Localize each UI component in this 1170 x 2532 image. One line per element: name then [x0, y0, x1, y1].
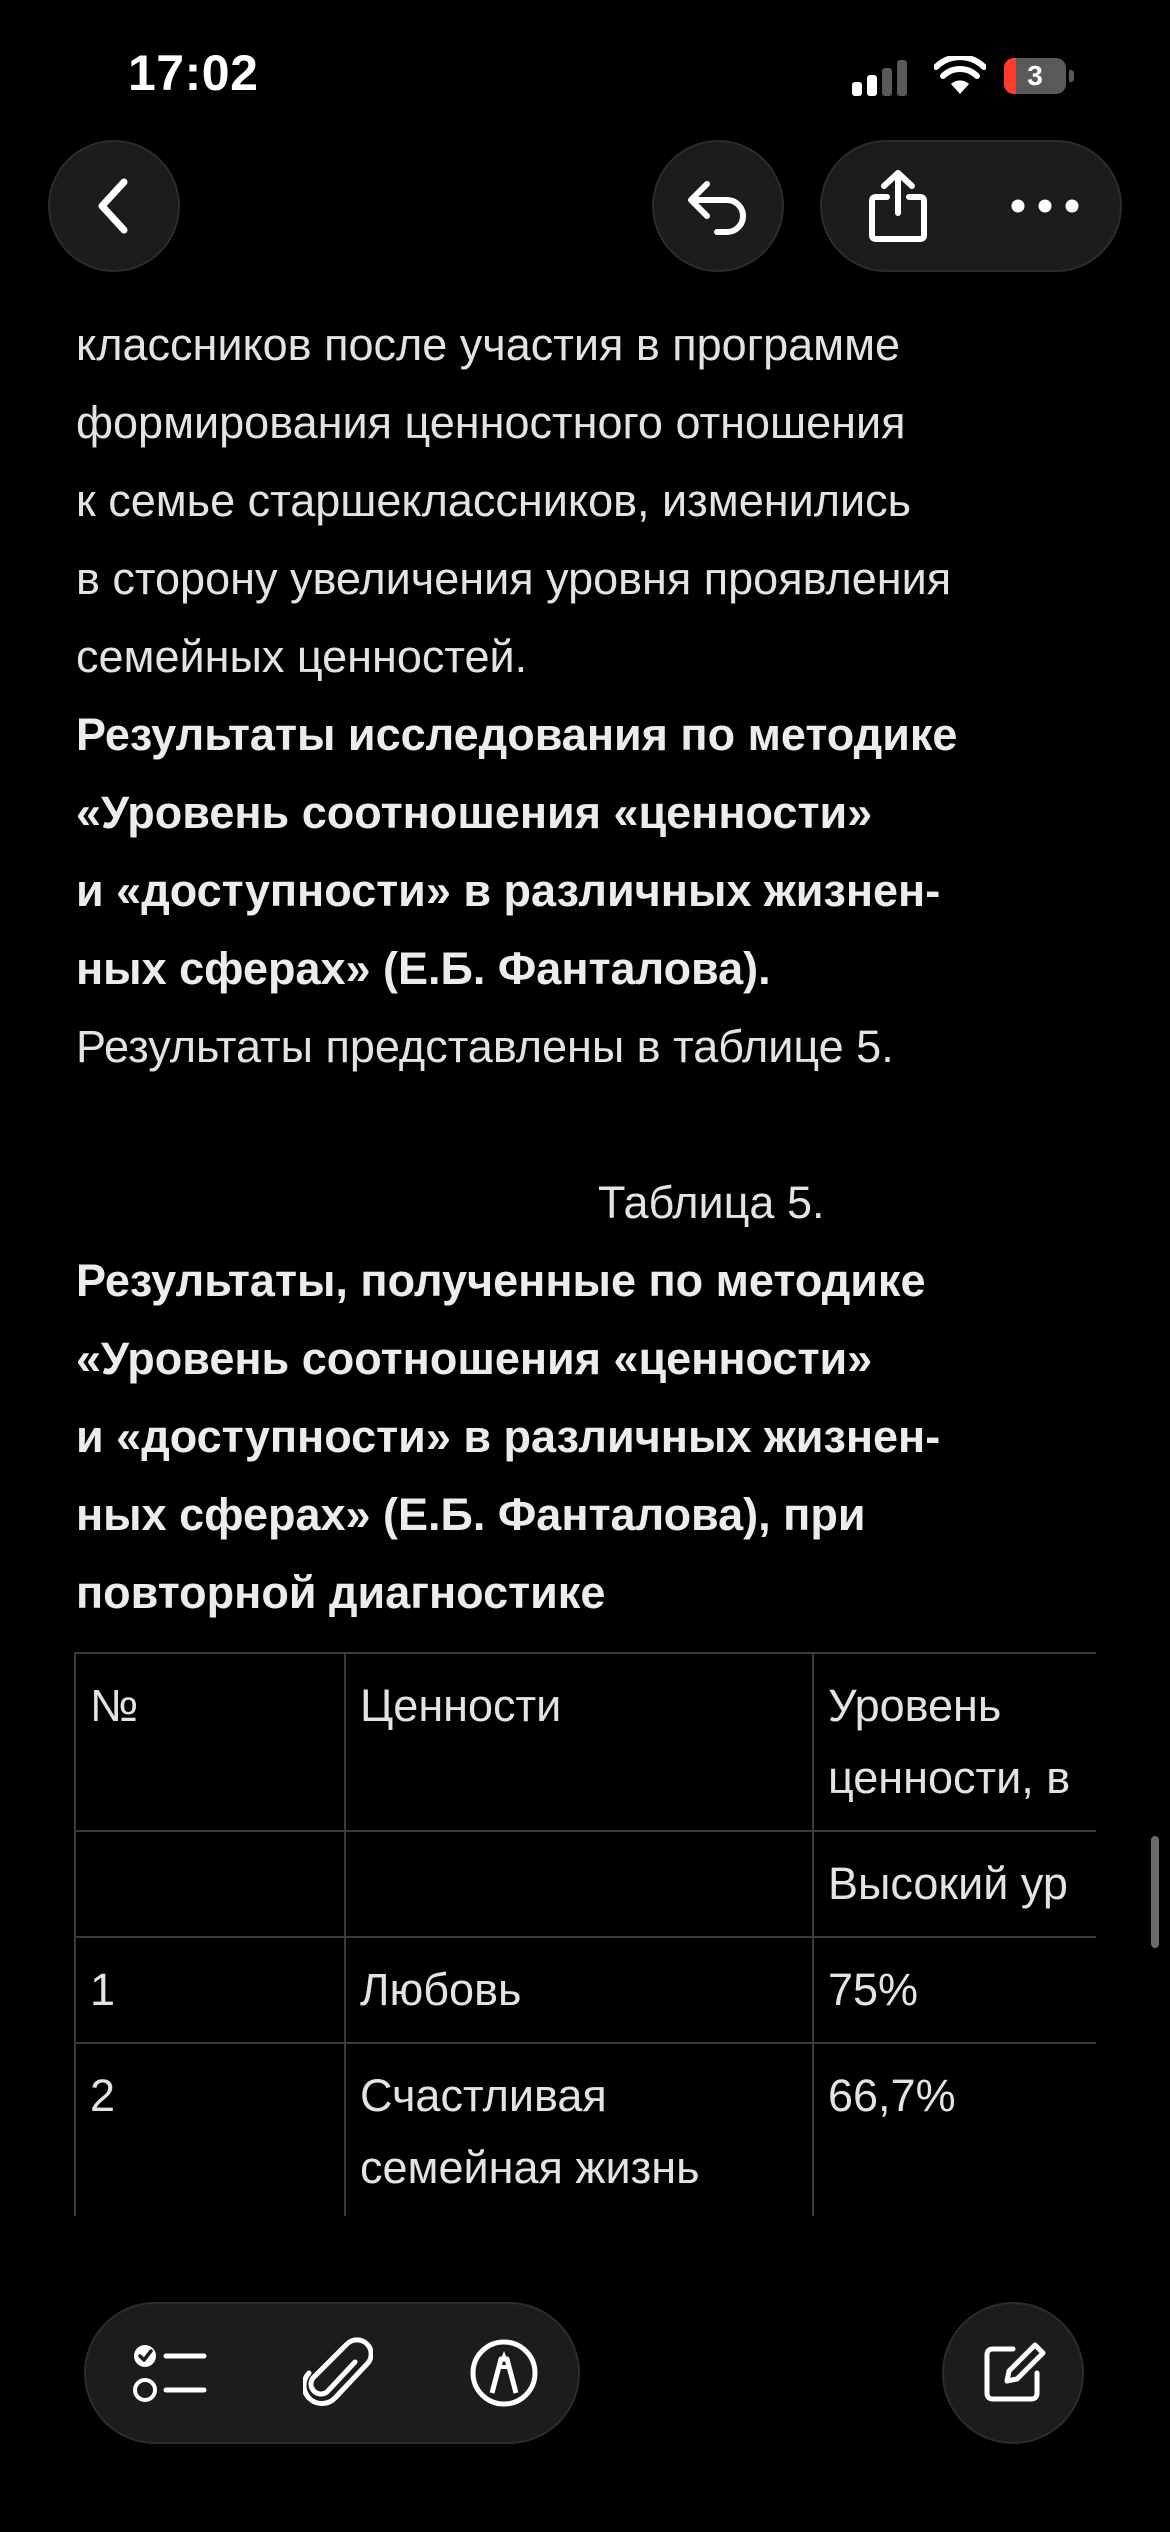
results-table-container[interactable]: № Ценности Уровень ценности, в Высокий у… — [74, 1652, 1096, 2216]
section-heading-line: и «доступности» в различных жизнен- — [76, 865, 941, 916]
status-time: 17:02 — [128, 45, 259, 101]
intro-line: семейных ценностей. — [76, 631, 528, 682]
row-level[interactable]: 75% — [812, 1936, 1096, 2044]
paperclip-icon — [303, 2337, 373, 2406]
battery-icon: 3 — [1004, 58, 1074, 94]
header-values[interactable]: Ценности — [344, 1652, 814, 1832]
table-row: 2 Счастливая семейная жизнь 66,7% — [74, 2042, 1096, 2216]
markup-pen-icon — [470, 2339, 538, 2407]
scroll-indicator[interactable] — [1151, 1836, 1159, 1948]
undo-icon — [688, 181, 746, 235]
header-level-line1: Уровень — [828, 1680, 1002, 1731]
cellular-signal-icon — [852, 60, 908, 96]
results-line: Результаты представлены в таблице 5. — [76, 1021, 894, 1072]
share-more-group — [820, 140, 1122, 272]
row-value[interactable]: Любовь — [344, 1936, 814, 2044]
intro-line: в сторону увеличения уровня проявления — [76, 553, 952, 604]
subheader-values[interactable] — [344, 1830, 814, 1938]
header-num[interactable]: № — [74, 1652, 346, 1832]
checklist-button[interactable] — [110, 2304, 230, 2442]
row-level[interactable]: 66,7% — [812, 2042, 1096, 2216]
table-subheader-row: Высокий ур — [74, 1830, 1096, 1938]
subheader-num[interactable] — [74, 1830, 346, 1938]
intro-line: классников после участия в программе — [76, 319, 901, 370]
subheader-level[interactable]: Высокий ур — [812, 1830, 1096, 1938]
wifi-icon — [934, 56, 986, 94]
share-icon[interactable] — [866, 169, 930, 243]
row-num[interactable]: 1 — [74, 1936, 346, 2044]
compose-icon — [984, 2342, 1046, 2402]
row-num[interactable]: 2 — [74, 2042, 346, 2216]
intro-line: формирования ценностного отношения — [76, 397, 906, 448]
empty-line — [76, 1086, 1116, 1164]
back-button[interactable] — [48, 140, 180, 272]
row-value[interactable]: Счастливая семейная жизнь — [344, 2042, 814, 2216]
table-row: 1 Любовь 75% — [74, 1936, 1096, 2044]
section-heading-line: «Уровень соотношения «ценности» — [76, 787, 873, 838]
markup-button[interactable] — [444, 2304, 564, 2442]
undo-button[interactable] — [652, 140, 784, 272]
table-title-line: Результаты, полученные по методике — [76, 1255, 926, 1306]
ellipsis-icon[interactable] — [1010, 196, 1080, 216]
table-header-row: № Ценности Уровень ценности, в — [74, 1652, 1096, 1832]
intro-line: к семье старшеклассников, изменились — [76, 475, 912, 526]
table-caption: Таблица 5. — [598, 1177, 825, 1228]
header-level-line2: ценности, в — [828, 1752, 1071, 1803]
results-table: № Ценности Уровень ценности, в Высокий у… — [74, 1652, 1096, 2216]
battery-level: 3 — [1027, 60, 1043, 91]
table-title-line: и «доступности» в различных жизнен- — [76, 1411, 941, 1462]
header-level[interactable]: Уровень ценности, в — [812, 1652, 1096, 1832]
attach-button[interactable] — [278, 2304, 398, 2442]
section-heading-line: Результаты исследования по методике — [76, 709, 958, 760]
note-body[interactable]: классников после участия в программе фор… — [76, 306, 1116, 1632]
compose-button[interactable] — [942, 2302, 1084, 2444]
table-title-line: ных сферах» (Е.Б. Фанталова), при — [76, 1489, 866, 1540]
bottom-toolbar — [84, 2302, 580, 2444]
checklist-icon — [133, 2345, 207, 2402]
chevron-left-icon — [98, 178, 128, 234]
section-heading-line: ных сферах» (Е.Б. Фанталова). — [76, 943, 771, 994]
status-bar: 17:02 3 — [0, 0, 1170, 150]
table-title-line: «Уровень соотношения «ценности» — [76, 1333, 873, 1384]
table-title-line: повторной диагностике — [76, 1567, 606, 1618]
